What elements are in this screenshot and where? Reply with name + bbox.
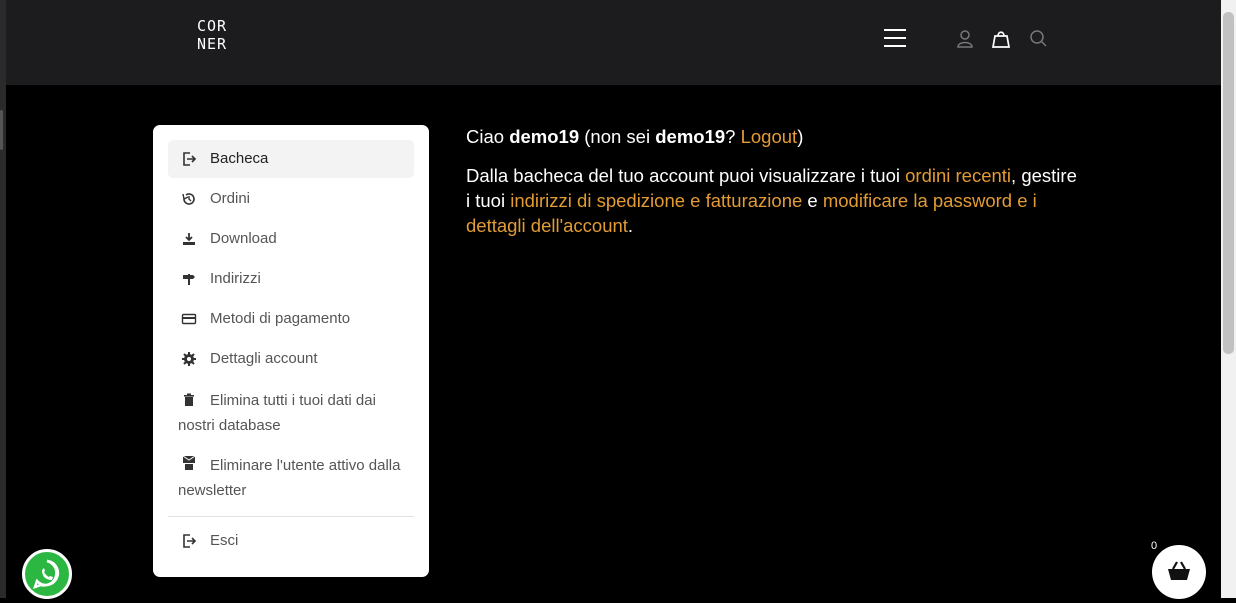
logo-line-2: NER (196, 35, 228, 53)
menu-icon[interactable] (884, 29, 906, 47)
nav-label: Eliminare l'utente attivo dalla newslett… (178, 457, 401, 499)
logout-link[interactable]: Logout (741, 126, 798, 147)
nav-label: Ordini (210, 190, 251, 207)
description-text: . (627, 215, 634, 236)
site-logo[interactable]: COR NER (189, 17, 235, 65)
greeting-text: Ciao (466, 126, 510, 147)
nav-label: Metodi di pagamento (210, 310, 351, 327)
user-icon[interactable] (954, 28, 976, 50)
basket-icon (1168, 561, 1190, 580)
greeting-text: (non sei (579, 126, 656, 147)
logout-icon (183, 534, 197, 548)
logo-line-1: COR (196, 17, 228, 35)
recent-orders-link[interactable]: ordini recenti (905, 165, 1011, 186)
whatsapp-icon (33, 559, 60, 589)
download-icon (183, 233, 195, 245)
dashboard-icon (183, 152, 197, 166)
username: demo19 (655, 126, 726, 147)
credit-card-icon (181, 313, 197, 325)
dashboard-description: Dalla bacheca del tuo account puoi visua… (466, 163, 1086, 238)
mail-trash-icon (182, 455, 196, 470)
account-dashboard-content: Ciao demo19 (non sei demo19? Logout) Dal… (466, 124, 1086, 238)
nav-label: Bacheca (210, 150, 269, 167)
greeting-text: ? (725, 126, 741, 147)
nav-item-metodi-pagamento[interactable]: Metodi di pagamento (168, 300, 414, 338)
nav-label: Esci (210, 532, 239, 549)
nav-label: Download (210, 230, 277, 247)
nav-item-elimina-dati[interactable]: Elimina tutti i tuoi dati dai nostri dat… (168, 388, 414, 438)
page-scrollbar[interactable] (1221, 0, 1236, 598)
site-header: COR NER (6, 0, 1221, 85)
nav-label: Dettagli account (210, 350, 318, 367)
username: demo19 (509, 126, 580, 147)
nav-label: Indirizzi (210, 270, 261, 287)
nav-item-ordini[interactable]: Ordini (168, 180, 414, 218)
gear-icon (182, 352, 196, 366)
nav-item-dettagli-account[interactable]: Dettagli account (168, 340, 414, 378)
left-edge-handle (0, 110, 3, 150)
left-edge-strip (0, 0, 6, 598)
bag-icon[interactable] (990, 28, 1012, 50)
nav-label: Elimina tutti i tuoi dati dai nostri dat… (178, 392, 376, 434)
history-icon (182, 193, 195, 205)
nav-item-download[interactable]: Download (168, 220, 414, 258)
scrollbar-thumb[interactable] (1223, 12, 1234, 354)
signpost-icon (183, 274, 195, 285)
cart-count-badge: 0 (1145, 537, 1163, 555)
description-text: Dalla bacheca del tuo account puoi visua… (466, 165, 906, 186)
greeting: Ciao demo19 (non sei demo19? Logout) (466, 124, 1086, 150)
nav-item-esci[interactable]: Esci (168, 522, 414, 560)
nav-item-bacheca[interactable]: Bacheca (168, 140, 414, 178)
nav-item-elimina-newsletter[interactable]: Eliminare l'utente attivo dalla newslett… (168, 453, 414, 503)
floating-cart-button[interactable] (1152, 545, 1206, 599)
nav-item-indirizzi[interactable]: Indirizzi (168, 260, 414, 298)
trash-icon (184, 393, 194, 406)
account-navigation: Bacheca Ordini Download Indirizzi Metodi… (153, 125, 429, 577)
addresses-link[interactable]: indirizzi di spedizione e fatturazione (510, 190, 802, 211)
nav-divider (168, 516, 414, 517)
greeting-text: ) (797, 126, 804, 147)
description-text: e (802, 190, 823, 211)
whatsapp-button[interactable] (22, 549, 72, 599)
search-icon[interactable] (1028, 28, 1050, 50)
